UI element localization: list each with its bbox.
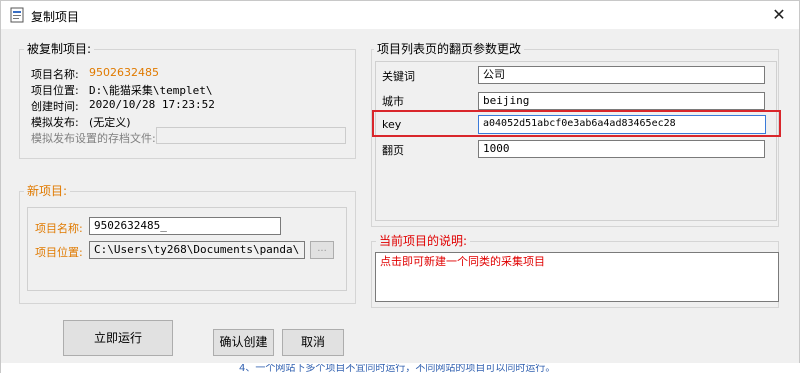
- run-now-button[interactable]: 立即运行: [63, 320, 173, 356]
- source-publish-value: (无定义): [89, 116, 131, 129]
- param-label-city: 城市: [382, 95, 404, 108]
- description-legend: 当前项目的说明:: [376, 234, 471, 248]
- source-publish-label: 模拟发布:: [31, 116, 79, 129]
- param-label-key: key: [382, 118, 402, 131]
- new-location-label: 项目位置:: [35, 246, 83, 259]
- new-project-location-input[interactable]: C:\Users\ty268\Documents\panda\: [89, 241, 305, 259]
- new-name-label: 项目名称:: [35, 222, 83, 235]
- browse-button[interactable]: ...: [310, 241, 334, 259]
- background-window-strip: 4、一个网站下多个项目不宜同时运行，不同网站的项目可以同时运行。: [1, 363, 800, 374]
- param-input-key[interactable]: a04052d51abcf0e3ab6a4ad83465ec28: [478, 115, 766, 134]
- source-project-legend: 被复制项目:: [24, 42, 95, 56]
- new-project-name-input[interactable]: 9502632485_: [89, 217, 281, 235]
- paging-params-legend: 项目列表页的翻页参数更改: [374, 42, 525, 56]
- source-name-label: 项目名称:: [31, 68, 79, 81]
- param-input-keyword[interactable]: 公司: [478, 66, 765, 84]
- param-input-page[interactable]: 1000: [478, 140, 765, 158]
- cancel-button[interactable]: 取消: [282, 329, 344, 356]
- description-textarea[interactable]: 点击即可新建一个同类的采集项目: [375, 252, 779, 302]
- new-project-legend: 新项目:: [24, 184, 71, 198]
- source-name-value: 9502632485: [89, 66, 159, 79]
- confirm-create-button[interactable]: 确认创建: [213, 329, 274, 356]
- param-label-keyword: 关键词: [382, 70, 415, 83]
- param-label-page: 翻页: [382, 144, 404, 157]
- source-publish-file-field: [156, 127, 346, 144]
- source-created-value: 2020/10/28 17:23:52: [89, 98, 215, 111]
- title-bar: 复制项目 ✕: [1, 1, 799, 29]
- close-icon[interactable]: ✕: [765, 5, 793, 25]
- window-title: 复制项目: [31, 10, 80, 24]
- source-location-value: D:\能猫采集\templet\: [89, 84, 213, 97]
- source-publish-file-label: 模拟发布设置的存档文件:: [31, 132, 156, 145]
- source-location-label: 项目位置:: [31, 84, 79, 97]
- source-created-label: 创建时间:: [31, 100, 79, 113]
- app-window-icon: [10, 7, 24, 23]
- copy-project-dialog: 复制项目 ✕ 被复制项目: 项目名称: 9502632485 项目位置: D:\…: [0, 0, 800, 374]
- param-input-city[interactable]: beijing: [478, 92, 765, 110]
